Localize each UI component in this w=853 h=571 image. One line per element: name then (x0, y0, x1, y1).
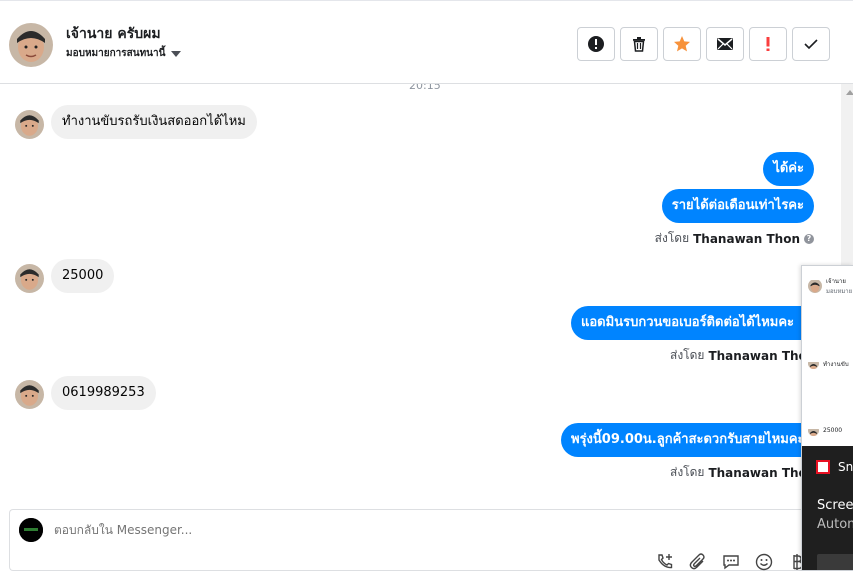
preview-message: ทำงานขับ (808, 358, 849, 369)
scroll-up-arrow-icon[interactable] (846, 90, 853, 95)
attach-button[interactable] (688, 552, 708, 571)
outgoing-message[interactable]: รายได้ต่อเดือนเท่าไรคะ (661, 189, 814, 223)
sent-by-name[interactable]: Thanawan Thon (708, 349, 815, 363)
smiley-icon (755, 553, 773, 571)
contact-name[interactable]: เจ้านาย ครับผม (66, 23, 161, 45)
conversation-toolbar (577, 27, 830, 61)
incoming-message[interactable]: 25000 (51, 259, 115, 293)
assign-conversation-dropdown[interactable]: มอบหมายการสนทนานี้ (66, 46, 182, 61)
toast-app-name: Sni (838, 460, 853, 474)
preview-avatar (808, 358, 819, 369)
snipping-tool-icon (816, 460, 830, 474)
trash-icon (633, 37, 645, 52)
preview-avatar (808, 279, 822, 293)
sent-by-prefix: ส่งโดย (670, 348, 705, 362)
alert-circle-icon (588, 36, 604, 52)
done-button[interactable] (792, 27, 830, 61)
preview-avatar (808, 425, 819, 436)
saved-replies-button[interactable] (721, 552, 741, 571)
toast-app-row: Sni (816, 460, 853, 474)
sent-by-name[interactable]: Thanawan Thon (693, 232, 800, 246)
sent-by-label: ส่งโดย Thanawan Thon (670, 463, 815, 482)
toast-title: Screen (817, 498, 853, 513)
caret-down-icon (171, 50, 182, 57)
call-button[interactable] (655, 552, 675, 571)
sent-by-name[interactable]: Thanawan Thon (708, 466, 815, 480)
system-notification-toast[interactable]: Sni Screen Autom (802, 446, 853, 570)
preview-sub: มอบหมาย (826, 288, 853, 295)
sent-by-prefix: ส่งโดย (654, 231, 690, 245)
sent-by-prefix: ส่งโดย (670, 465, 705, 479)
composer-actions (655, 552, 807, 571)
star-icon (674, 36, 690, 52)
delete-button[interactable] (620, 27, 658, 61)
sent-by-label: ส่งโดย Thanawan Thon (670, 346, 815, 365)
outgoing-message[interactable]: พรุ่งนี้09.00น.ลูกค้าสะดวกรับสายไหมคะ (561, 423, 815, 457)
message-list[interactable]: 20:15 ทำงานขับรถรับเงินสดออกได้ไหม ได้ค่… (0, 84, 853, 506)
incoming-message[interactable]: 0619989253 (51, 376, 156, 410)
preview-message-text: ทำงานขับ (823, 360, 849, 368)
preview-header: เจ้านาย มอบหมาย (808, 276, 852, 296)
phone-plus-icon (658, 554, 673, 569)
outgoing-message[interactable]: แอดมินรบกวนขอเบอร์ติดต่อได้ไหมคะ (571, 306, 805, 340)
preview-message-text: 25000 (823, 427, 843, 434)
toast-action-button[interactable] (817, 554, 853, 570)
exclamation-icon (766, 37, 770, 51)
check-icon (804, 39, 818, 50)
toast-subtitle: Autom (817, 517, 853, 532)
help-icon[interactable]: ? (804, 233, 814, 244)
envelope-icon (717, 38, 733, 50)
assign-conversation-label: มอบหมายการสนทนานี้ (66, 48, 166, 59)
sent-by-label: ส่งโดย Thanawan Thon ? (655, 229, 814, 248)
preview-name: เจ้านาย (826, 278, 846, 285)
message-timestamp: 20:15 (409, 84, 441, 92)
spam-button[interactable] (749, 27, 787, 61)
sender-avatar[interactable] (15, 110, 44, 139)
chat-bubble-icon (723, 555, 739, 570)
preview-panel[interactable]: เจ้านาย มอบหมาย ทำงานขับ 25000 Sni Scree… (801, 265, 853, 571)
conversation-header: เจ้านาย ครับผม มอบหมายการสนทนานี้ (0, 0, 853, 84)
page-avatar (19, 518, 43, 542)
outgoing-message[interactable]: ได้ค่ะ (763, 152, 814, 186)
sender-avatar[interactable] (15, 380, 44, 409)
paperclip-icon (689, 553, 705, 570)
contact-avatar[interactable] (9, 23, 53, 67)
incoming-message[interactable]: ทำงานขับรถรับเงินสดออกได้ไหม (51, 105, 257, 139)
reply-input[interactable] (54, 520, 754, 540)
report-button[interactable] (577, 27, 615, 61)
star-button[interactable] (663, 27, 701, 61)
reply-composer (9, 509, 853, 571)
mark-unread-button[interactable] (706, 27, 744, 61)
sender-avatar[interactable] (15, 264, 44, 293)
inbox-conversation-view: เจ้านาย ครับผม มอบหมายการสนทนานี้ 20:15 … (0, 0, 853, 571)
emoji-button[interactable] (754, 552, 774, 571)
preview-message: 25000 (808, 425, 842, 436)
